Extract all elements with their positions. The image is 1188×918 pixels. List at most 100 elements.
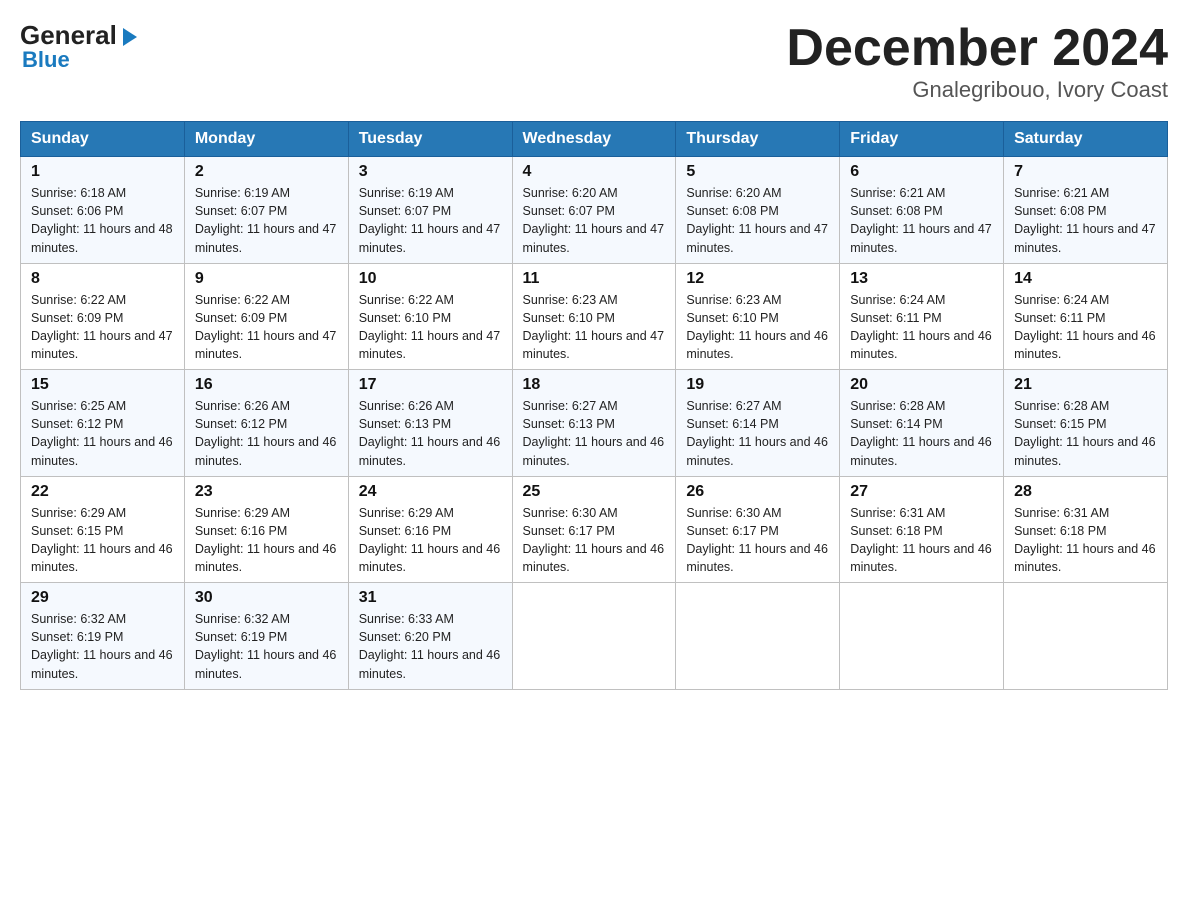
calendar-cell: 30Sunrise: 6:32 AMSunset: 6:19 PMDayligh… xyxy=(184,583,348,690)
header-saturday: Saturday xyxy=(1004,122,1168,157)
calendar-cell: 13 Sunrise: 6:24 AMSunset: 6:11 PMDayligh… xyxy=(840,263,1004,370)
day-number: 13 xyxy=(850,270,993,288)
day-info: Sunrise: 6:24 AMSunset: 6:11 PMDaylight:… xyxy=(1014,291,1157,364)
day-number: 9 xyxy=(195,270,338,288)
calendar-cell: 17Sunrise: 6:26 AMSunset: 6:13 PMDayligh… xyxy=(348,370,512,477)
day-info: Sunrise: 6:32 AMSunset: 6:19 PMDaylight:… xyxy=(31,610,174,683)
calendar-cell: 4 Sunrise: 6:20 AMSunset: 6:07 PMDaylight… xyxy=(512,157,676,264)
calendar-cell: 8Sunrise: 6:22 AMSunset: 6:09 PMDaylight… xyxy=(21,263,185,370)
day-number: 1 xyxy=(31,163,174,181)
header-friday: Friday xyxy=(840,122,1004,157)
day-number: 3 xyxy=(359,163,502,181)
day-number: 25 xyxy=(523,483,666,501)
calendar-cell: 28 Sunrise: 6:31 AMSunset: 6:18 PMDayligh… xyxy=(1004,476,1168,583)
calendar-cell: 27 Sunrise: 6:31 AMSunset: 6:18 PMDayligh… xyxy=(840,476,1004,583)
day-info: Sunrise: 6:28 AMSunset: 6:15 PMDaylight:… xyxy=(1014,397,1157,470)
calendar-cell: 18 Sunrise: 6:27 AMSunset: 6:13 PMDayligh… xyxy=(512,370,676,477)
day-info: Sunrise: 6:31 AMSunset: 6:18 PMDaylight:… xyxy=(850,504,993,577)
day-info: Sunrise: 6:23 AMSunset: 6:10 PMDaylight:… xyxy=(523,291,666,364)
day-info: Sunrise: 6:20 AMSunset: 6:08 PMDaylight:… xyxy=(686,184,829,257)
day-info: Sunrise: 6:20 AMSunset: 6:07 PMDaylight:… xyxy=(523,184,666,257)
calendar-cell: 7Sunrise: 6:21 AMSunset: 6:08 PMDaylight… xyxy=(1004,157,1168,264)
calendar-cell: 15Sunrise: 6:25 AMSunset: 6:12 PMDayligh… xyxy=(21,370,185,477)
day-number: 31 xyxy=(359,589,502,607)
header-thursday: Thursday xyxy=(676,122,840,157)
day-number: 18 xyxy=(523,376,666,394)
title-block: December 2024 Gnalegribouo, Ivory Coast xyxy=(786,20,1168,103)
day-number: 14 xyxy=(1014,270,1157,288)
day-info: Sunrise: 6:28 AMSunset: 6:14 PMDaylight:… xyxy=(850,397,993,470)
day-number: 22 xyxy=(31,483,174,501)
calendar-cell: 2 Sunrise: 6:19 AMSunset: 6:07 PMDaylight… xyxy=(184,157,348,264)
day-info: Sunrise: 6:23 AMSunset: 6:10 PMDaylight:… xyxy=(686,291,829,364)
day-info: Sunrise: 6:29 AMSunset: 6:15 PMDaylight:… xyxy=(31,504,174,577)
day-number: 23 xyxy=(195,483,338,501)
day-info: Sunrise: 6:24 AMSunset: 6:11 PMDaylight:… xyxy=(850,291,993,364)
calendar-week-row: 15Sunrise: 6:25 AMSunset: 6:12 PMDayligh… xyxy=(21,370,1168,477)
day-info: Sunrise: 6:26 AMSunset: 6:12 PMDaylight:… xyxy=(195,397,338,470)
day-number: 4 xyxy=(523,163,666,181)
calendar-header-row: SundayMondayTuesdayWednesdayThursdayFrid… xyxy=(21,122,1168,157)
calendar-cell xyxy=(512,583,676,690)
day-info: Sunrise: 6:19 AMSunset: 6:07 PMDaylight:… xyxy=(359,184,502,257)
calendar-week-row: 22 Sunrise: 6:29 AMSunset: 6:15 PMDayligh… xyxy=(21,476,1168,583)
day-number: 19 xyxy=(686,376,829,394)
header-wednesday: Wednesday xyxy=(512,122,676,157)
day-info: Sunrise: 6:27 AMSunset: 6:14 PMDaylight:… xyxy=(686,397,829,470)
calendar-cell: 16 Sunrise: 6:26 AMSunset: 6:12 PMDayligh… xyxy=(184,370,348,477)
logo: General Blue xyxy=(20,20,141,73)
calendar-cell: 24 Sunrise: 6:29 AMSunset: 6:16 PMDayligh… xyxy=(348,476,512,583)
calendar-cell: 21Sunrise: 6:28 AMSunset: 6:15 PMDayligh… xyxy=(1004,370,1168,477)
day-info: Sunrise: 6:33 AMSunset: 6:20 PMDaylight:… xyxy=(359,610,502,683)
day-number: 27 xyxy=(850,483,993,501)
day-info: Sunrise: 6:32 AMSunset: 6:19 PMDaylight:… xyxy=(195,610,338,683)
day-info: Sunrise: 6:21 AMSunset: 6:08 PMDaylight:… xyxy=(1014,184,1157,257)
header-sunday: Sunday xyxy=(21,122,185,157)
page-subtitle: Gnalegribouo, Ivory Coast xyxy=(786,77,1168,103)
day-number: 16 xyxy=(195,376,338,394)
day-number: 11 xyxy=(523,270,666,288)
header-monday: Monday xyxy=(184,122,348,157)
day-number: 28 xyxy=(1014,483,1157,501)
calendar-cell: 5 Sunrise: 6:20 AMSunset: 6:08 PMDaylight… xyxy=(676,157,840,264)
calendar-cell: 26Sunrise: 6:30 AMSunset: 6:17 PMDayligh… xyxy=(676,476,840,583)
day-info: Sunrise: 6:18 AMSunset: 6:06 PMDaylight:… xyxy=(31,184,174,257)
calendar-cell: 10Sunrise: 6:22 AMSunset: 6:10 PMDayligh… xyxy=(348,263,512,370)
calendar-cell: 9 Sunrise: 6:22 AMSunset: 6:09 PMDaylight… xyxy=(184,263,348,370)
day-number: 8 xyxy=(31,270,174,288)
calendar-cell: 14 Sunrise: 6:24 AMSunset: 6:11 PMDayligh… xyxy=(1004,263,1168,370)
day-info: Sunrise: 6:26 AMSunset: 6:13 PMDaylight:… xyxy=(359,397,502,470)
day-info: Sunrise: 6:31 AMSunset: 6:18 PMDaylight:… xyxy=(1014,504,1157,577)
day-info: Sunrise: 6:29 AMSunset: 6:16 PMDaylight:… xyxy=(195,504,338,577)
day-number: 29 xyxy=(31,589,174,607)
day-number: 26 xyxy=(686,483,829,501)
calendar-week-row: 1 Sunrise: 6:18 AMSunset: 6:06 PMDaylight… xyxy=(21,157,1168,264)
calendar-cell xyxy=(676,583,840,690)
logo-blue-text: Blue xyxy=(22,47,70,73)
calendar-cell: 22 Sunrise: 6:29 AMSunset: 6:15 PMDayligh… xyxy=(21,476,185,583)
calendar-cell: 29 Sunrise: 6:32 AMSunset: 6:19 PMDayligh… xyxy=(21,583,185,690)
day-info: Sunrise: 6:29 AMSunset: 6:16 PMDaylight:… xyxy=(359,504,502,577)
header-tuesday: Tuesday xyxy=(348,122,512,157)
calendar-cell: 31 Sunrise: 6:33 AMSunset: 6:20 PMDayligh… xyxy=(348,583,512,690)
day-info: Sunrise: 6:19 AMSunset: 6:07 PMDaylight:… xyxy=(195,184,338,257)
page-header: General Blue December 2024 Gnalegribouo,… xyxy=(20,20,1168,103)
calendar-cell: 11 Sunrise: 6:23 AMSunset: 6:10 PMDayligh… xyxy=(512,263,676,370)
day-number: 20 xyxy=(850,376,993,394)
logo-arrow-icon xyxy=(119,26,141,48)
day-number: 2 xyxy=(195,163,338,181)
day-number: 10 xyxy=(359,270,502,288)
day-info: Sunrise: 6:30 AMSunset: 6:17 PMDaylight:… xyxy=(523,504,666,577)
calendar-cell: 25 Sunrise: 6:30 AMSunset: 6:17 PMDayligh… xyxy=(512,476,676,583)
calendar-cell: 12Sunrise: 6:23 AMSunset: 6:10 PMDayligh… xyxy=(676,263,840,370)
calendar-cell: 3 Sunrise: 6:19 AMSunset: 6:07 PMDaylight… xyxy=(348,157,512,264)
day-number: 5 xyxy=(686,163,829,181)
day-number: 6 xyxy=(850,163,993,181)
day-info: Sunrise: 6:27 AMSunset: 6:13 PMDaylight:… xyxy=(523,397,666,470)
day-number: 24 xyxy=(359,483,502,501)
calendar-table: SundayMondayTuesdayWednesdayThursdayFrid… xyxy=(20,121,1168,690)
day-info: Sunrise: 6:22 AMSunset: 6:09 PMDaylight:… xyxy=(195,291,338,364)
calendar-week-row: 8 Sunrise: 6:22 AMSunset: 6:09 PMDaylight… xyxy=(21,263,1168,370)
calendar-cell: 23 Sunrise: 6:29 AMSunset: 6:16 PMDayligh… xyxy=(184,476,348,583)
day-info: Sunrise: 6:25 AMSunset: 6:12 PMDaylight:… xyxy=(31,397,174,470)
